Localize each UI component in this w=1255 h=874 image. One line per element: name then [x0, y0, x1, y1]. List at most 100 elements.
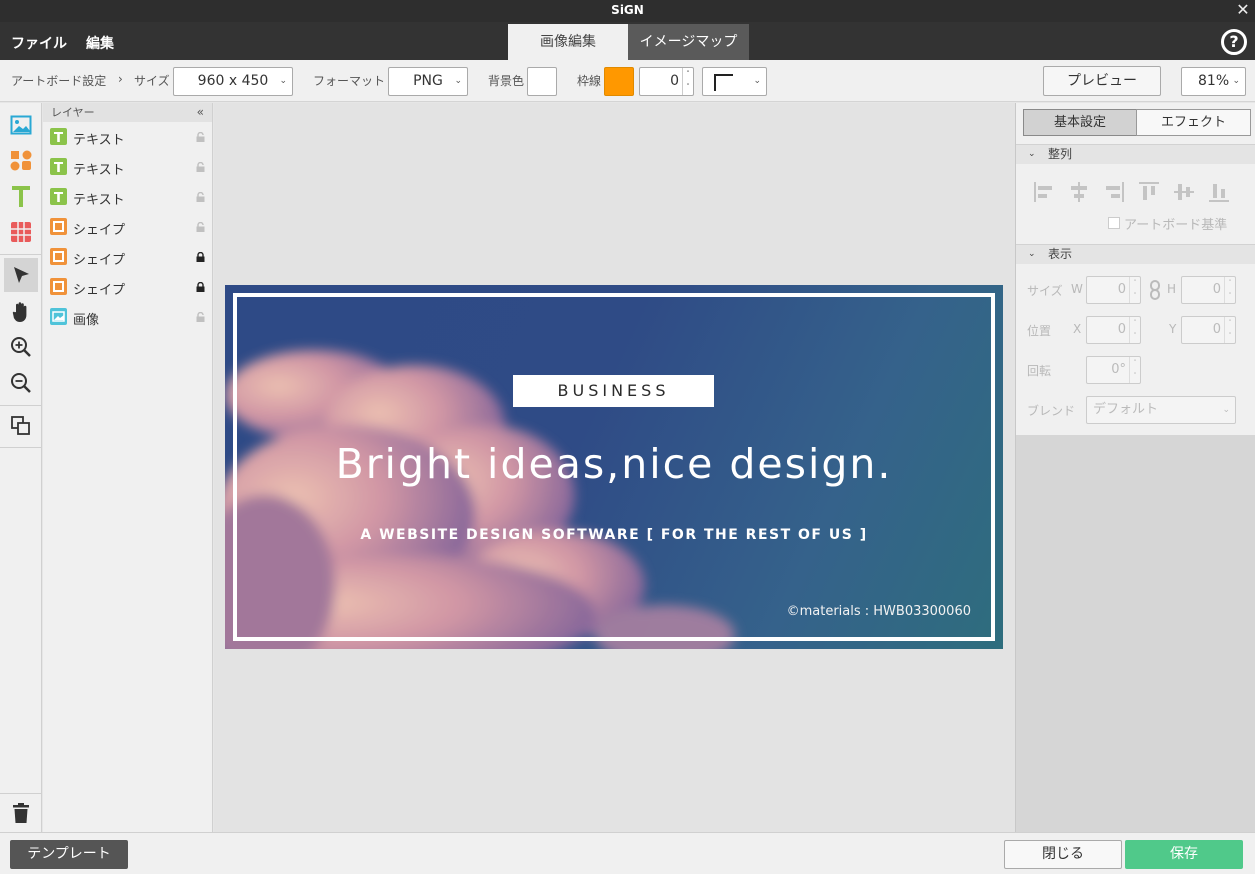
- chevron-down-icon: ⌄: [1232, 76, 1240, 86]
- canvas-area[interactable]: BUSINESS Bright ideas,nice design. A WEB…: [214, 103, 1015, 832]
- layer-item[interactable]: シェイプ: [43, 212, 212, 242]
- tab-image-edit[interactable]: 画像編集: [508, 24, 628, 60]
- align-center-horizontal-icon[interactable]: [1067, 180, 1091, 204]
- stepper-arrows-icon[interactable]: ˄ ˅: [682, 68, 693, 95]
- grid-icon: [11, 222, 31, 242]
- align-section-title: 整列: [1048, 147, 1073, 161]
- zoom-in-icon: [11, 337, 31, 357]
- width-label: W: [1071, 282, 1083, 296]
- align-section-header[interactable]: ⌄ 整列: [1016, 144, 1255, 164]
- headline-text[interactable]: Bright ideas,nice design.: [225, 440, 1003, 488]
- zoom-out-tool[interactable]: [4, 366, 38, 400]
- stepper-arrows-icon[interactable]: ˄ ˅: [1129, 317, 1140, 343]
- unlock-icon[interactable]: [196, 221, 205, 232]
- rotation-input[interactable]: 0° ˄ ˅: [1086, 356, 1141, 384]
- close-icon[interactable]: ✕: [1234, 1, 1252, 19]
- tab-image-map[interactable]: イメージマップ: [628, 24, 749, 60]
- preview-button[interactable]: プレビュー: [1043, 66, 1161, 96]
- artboard-basis-checkbox[interactable]: [1108, 217, 1120, 229]
- align-bottom-icon[interactable]: [1207, 180, 1231, 204]
- layers-title: レイヤー: [51, 106, 95, 119]
- subline-text[interactable]: A WEBSITE DESIGN SOFTWARE [ FOR THE REST…: [225, 527, 1003, 543]
- save-button[interactable]: 保存: [1125, 840, 1243, 869]
- hand-icon: [12, 302, 27, 322]
- layer-item[interactable]: テキスト: [43, 152, 212, 182]
- align-left-icon[interactable]: [1032, 180, 1056, 204]
- border-color-swatch[interactable]: [604, 67, 634, 96]
- collapse-icon[interactable]: «: [197, 103, 204, 122]
- template-button[interactable]: テンプレート: [10, 840, 128, 869]
- lock-icon[interactable]: [196, 281, 205, 292]
- y-label: Y: [1169, 322, 1177, 336]
- size-select[interactable]: 960 x 450 ⌄: [173, 67, 293, 96]
- zoom-in-tool[interactable]: [4, 330, 38, 364]
- arrange-tool[interactable]: [4, 409, 38, 443]
- menu-file[interactable]: ファイル: [11, 33, 67, 53]
- unlock-icon[interactable]: [196, 131, 205, 142]
- layers-header: レイヤー «: [43, 103, 212, 122]
- format-label: フォーマット: [313, 74, 386, 88]
- tab-effects[interactable]: エフェクト: [1136, 109, 1251, 136]
- unlock-icon[interactable]: [196, 191, 205, 202]
- layer-name: 画像: [73, 313, 100, 328]
- table-tool[interactable]: [4, 215, 38, 249]
- properties-content: 基本設定 エフェクト ⌄ 整列 アートボード基準 ⌄ 表示 サイズ W 0 ˄ …: [1016, 103, 1255, 435]
- blend-label: ブレンド: [1027, 404, 1076, 418]
- corner-style-icon: [714, 74, 733, 91]
- align-right-icon[interactable]: [1102, 180, 1126, 204]
- shape-tool[interactable]: [4, 143, 38, 177]
- title-bar: SiGN ✕: [0, 0, 1255, 22]
- align-top-icon[interactable]: [1137, 180, 1161, 204]
- border-width-value: 0: [670, 73, 679, 89]
- layer-item[interactable]: 画像: [43, 302, 212, 332]
- format-select[interactable]: PNG ⌄: [388, 67, 468, 96]
- lock-icon[interactable]: [196, 251, 205, 262]
- shape-layer-icon: [50, 278, 67, 295]
- width-input[interactable]: 0 ˄ ˅: [1086, 276, 1141, 304]
- unlock-icon[interactable]: [196, 161, 205, 172]
- height-value: 0: [1212, 282, 1221, 297]
- tool-divider: [0, 793, 42, 794]
- border-width-stepper[interactable]: 0 ˄ ˅: [639, 67, 694, 96]
- delete-tool[interactable]: [4, 796, 38, 830]
- shape-layer-icon: [50, 218, 67, 235]
- zoom-select[interactable]: 81% ⌄: [1181, 67, 1246, 96]
- tab-basic-settings[interactable]: 基本設定: [1023, 109, 1137, 136]
- business-badge[interactable]: BUSINESS: [513, 375, 714, 407]
- height-input[interactable]: 0 ˄ ˅: [1181, 276, 1236, 304]
- x-input[interactable]: 0 ˄ ˅: [1086, 316, 1141, 344]
- chevron-down-icon: ⌄: [1222, 405, 1230, 415]
- tool-divider: [0, 405, 42, 406]
- unlock-icon[interactable]: [196, 311, 205, 322]
- close-button[interactable]: 閉じる: [1004, 840, 1122, 869]
- link-chain-icon[interactable]: [1149, 280, 1161, 300]
- menu-bar: ファイル 編集 画像編集 イメージマップ ?: [0, 22, 1255, 60]
- y-input[interactable]: 0 ˄ ˅: [1181, 316, 1236, 344]
- help-icon[interactable]: ?: [1221, 29, 1247, 55]
- layer-item[interactable]: シェイプ: [43, 242, 212, 272]
- breadcrumb-chevron-icon: ›: [118, 72, 123, 86]
- shape-layer-icon: [50, 248, 67, 265]
- layer-item[interactable]: シェイプ: [43, 272, 212, 302]
- layer-item[interactable]: テキスト: [43, 182, 212, 212]
- stepper-arrows-icon[interactable]: ˄ ˅: [1129, 357, 1140, 383]
- stepper-arrows-icon[interactable]: ˄ ˅: [1224, 277, 1235, 303]
- display-section-header[interactable]: ⌄ 表示: [1016, 244, 1255, 264]
- image-tool[interactable]: [4, 108, 38, 142]
- border-style-select[interactable]: ⌄: [702, 67, 767, 96]
- layer-item[interactable]: テキスト: [43, 122, 212, 152]
- hand-tool[interactable]: [4, 295, 38, 329]
- format-value: PNG: [413, 73, 443, 89]
- align-middle-vertical-icon[interactable]: [1172, 180, 1196, 204]
- artboard-basis-label: アートボード基準: [1124, 218, 1228, 233]
- blend-select[interactable]: デフォルト ⌄: [1086, 396, 1236, 424]
- background-color-swatch[interactable]: [527, 67, 557, 96]
- select-tool[interactable]: [4, 258, 38, 292]
- blend-value: デフォルト: [1093, 402, 1159, 417]
- artboard[interactable]: BUSINESS Bright ideas,nice design. A WEB…: [225, 285, 1003, 649]
- menu-edit[interactable]: 編集: [86, 33, 114, 53]
- text-tool[interactable]: [4, 179, 38, 213]
- image-layer-icon: [50, 308, 67, 325]
- stepper-arrows-icon[interactable]: ˄ ˅: [1129, 277, 1140, 303]
- stepper-arrows-icon[interactable]: ˄ ˅: [1224, 317, 1235, 343]
